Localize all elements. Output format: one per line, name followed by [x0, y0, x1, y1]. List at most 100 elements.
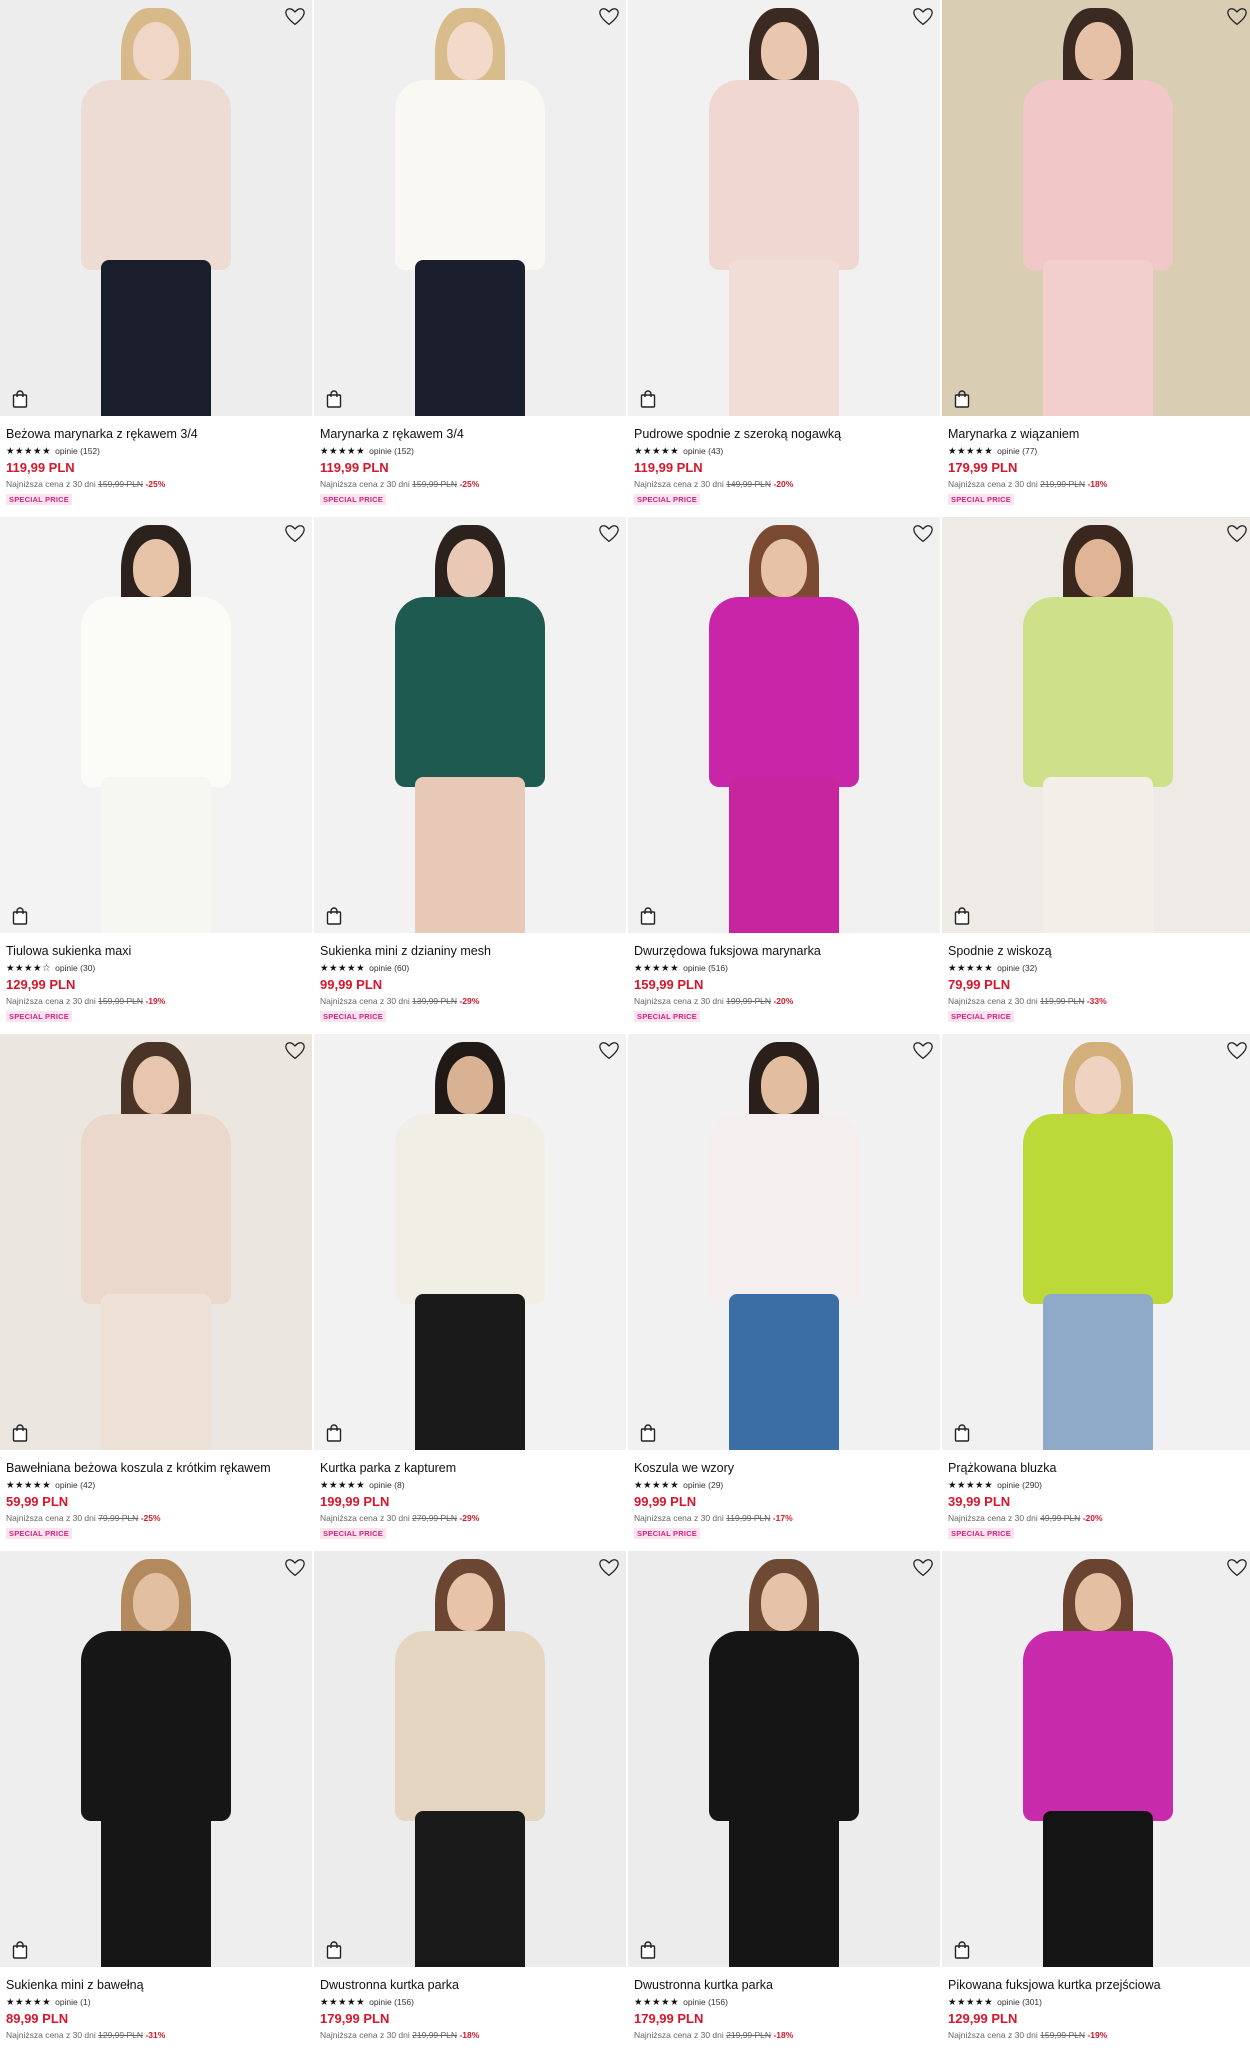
- shopping-bag-icon[interactable]: [640, 1424, 656, 1442]
- product-image[interactable]: [0, 1034, 312, 1450]
- heart-icon[interactable]: [912, 6, 934, 28]
- product-name[interactable]: Tiulowa sukienka maxi: [6, 944, 306, 959]
- product-image[interactable]: [942, 0, 1250, 416]
- product-image[interactable]: [942, 1551, 1250, 1967]
- shopping-bag-icon[interactable]: [326, 390, 342, 408]
- product-card[interactable]: Spodnie z wiskozą ★★★★★ opinie (32) 79,9…: [942, 517, 1250, 1034]
- heart-icon[interactable]: [1226, 1040, 1248, 1062]
- shopping-bag-icon[interactable]: [954, 1941, 970, 1959]
- shopping-bag-icon[interactable]: [640, 907, 656, 925]
- product-name[interactable]: Bawełniana beżowa koszula z krótkim ręka…: [6, 1461, 306, 1476]
- model-bottom: [729, 777, 839, 933]
- product-card[interactable]: Kurtka parka z kapturem ★★★★★ opinie (8)…: [314, 1034, 626, 1551]
- review-count[interactable]: opinie (29): [683, 1480, 723, 1490]
- review-count[interactable]: opinie (156): [683, 1997, 728, 2007]
- shopping-bag-icon[interactable]: [954, 390, 970, 408]
- heart-icon[interactable]: [284, 523, 306, 545]
- product-card[interactable]: Marynarka z rękawem 3/4 ★★★★★ opinie (15…: [314, 0, 626, 517]
- product-image[interactable]: [314, 1551, 626, 1967]
- shopping-bag-icon[interactable]: [326, 1941, 342, 1959]
- product-image[interactable]: [628, 1551, 940, 1967]
- product-image[interactable]: [314, 0, 626, 416]
- product-card[interactable]: Sukienka mini z dzianiny mesh ★★★★★ opin…: [314, 517, 626, 1034]
- heart-icon[interactable]: [1226, 523, 1248, 545]
- shopping-bag-icon[interactable]: [954, 907, 970, 925]
- shopping-bag-icon[interactable]: [326, 907, 342, 925]
- heart-icon[interactable]: [284, 1040, 306, 1062]
- product-card[interactable]: Sukienka mini z bawełną ★★★★★ opinie (1)…: [0, 1551, 312, 2068]
- product-card[interactable]: Pudrowe spodnie z szeroką nogawką ★★★★★ …: [628, 0, 940, 517]
- shopping-bag-icon[interactable]: [954, 1424, 970, 1442]
- product-image[interactable]: [942, 1034, 1250, 1450]
- product-name[interactable]: Dwustronna kurtka parka: [634, 1978, 934, 1993]
- product-name[interactable]: Koszula we wzory: [634, 1461, 934, 1476]
- heart-icon[interactable]: [598, 523, 620, 545]
- heart-icon[interactable]: [912, 1040, 934, 1062]
- shopping-bag-icon[interactable]: [640, 1941, 656, 1959]
- heart-icon[interactable]: [912, 523, 934, 545]
- heart-icon[interactable]: [284, 6, 306, 28]
- heart-icon[interactable]: [912, 1557, 934, 1579]
- shopping-bag-icon[interactable]: [12, 1941, 28, 1959]
- product-price: 79,99 PLN: [948, 977, 1011, 992]
- review-count[interactable]: opinie (8): [369, 1480, 404, 1490]
- review-count[interactable]: opinie (1): [55, 1997, 90, 2007]
- review-count[interactable]: opinie (42): [55, 1480, 95, 1490]
- product-card[interactable]: Beżowa marynarka z rękawem 3/4 ★★★★★ opi…: [0, 0, 312, 517]
- product-card[interactable]: Koszula we wzory ★★★★★ opinie (29) 99,99…: [628, 1034, 940, 1551]
- review-count[interactable]: opinie (152): [55, 446, 100, 456]
- shopping-bag-icon[interactable]: [326, 1424, 342, 1442]
- review-count[interactable]: opinie (32): [997, 963, 1037, 973]
- product-image[interactable]: [0, 0, 312, 416]
- product-card[interactable]: Dwurzędowa fuksjowa marynarka ★★★★★ opin…: [628, 517, 940, 1034]
- product-name[interactable]: Sukienka mini z dzianiny mesh: [320, 944, 620, 959]
- product-card[interactable]: Bawełniana beżowa koszula z krótkim ręka…: [0, 1034, 312, 1551]
- product-card[interactable]: Dwustronna kurtka parka ★★★★★ opinie (15…: [314, 1551, 626, 2068]
- review-count[interactable]: opinie (516): [683, 963, 728, 973]
- product-name[interactable]: Marynarka z wiązaniem: [948, 427, 1248, 442]
- product-name[interactable]: Dwurzędowa fuksjowa marynarka: [634, 944, 934, 959]
- product-card[interactable]: Marynarka z wiązaniem ★★★★★ opinie (77) …: [942, 0, 1250, 517]
- review-count[interactable]: opinie (60): [369, 963, 409, 973]
- review-count[interactable]: opinie (290): [997, 1480, 1042, 1490]
- heart-icon[interactable]: [598, 1557, 620, 1579]
- product-image[interactable]: [0, 517, 312, 933]
- product-name[interactable]: Beżowa marynarka z rękawem 3/4: [6, 427, 306, 442]
- heart-icon[interactable]: [1226, 6, 1248, 28]
- product-card[interactable]: Pikowana fuksjowa kurtka przejściowa ★★★…: [942, 1551, 1250, 2068]
- review-count[interactable]: opinie (152): [369, 446, 414, 456]
- product-image[interactable]: [942, 517, 1250, 933]
- heart-icon[interactable]: [284, 1557, 306, 1579]
- heart-icon[interactable]: [598, 1040, 620, 1062]
- product-image[interactable]: [0, 1551, 312, 1967]
- product-image[interactable]: [628, 1034, 940, 1450]
- review-count[interactable]: opinie (301): [997, 1997, 1042, 2007]
- product-name[interactable]: Prążkowana bluzka: [948, 1461, 1248, 1476]
- shopping-bag-icon[interactable]: [12, 390, 28, 408]
- product-name[interactable]: Kurtka parka z kapturem: [320, 1461, 620, 1476]
- shopping-bag-icon[interactable]: [12, 907, 28, 925]
- product-card[interactable]: Dwustronna kurtka parka ★★★★★ opinie (15…: [628, 1551, 940, 2068]
- review-count[interactable]: opinie (156): [369, 1997, 414, 2007]
- product-card[interactable]: Prążkowana bluzka ★★★★★ opinie (290) 39,…: [942, 1034, 1250, 1551]
- product-card[interactable]: Tiulowa sukienka maxi ★★★★☆ opinie (30) …: [0, 517, 312, 1034]
- product-name[interactable]: Sukienka mini z bawełną: [6, 1978, 306, 1993]
- heart-icon[interactable]: [1226, 1557, 1248, 1579]
- review-count[interactable]: opinie (43): [683, 446, 723, 456]
- lowest-price-label: Najniższa cena z 30 dni: [6, 2030, 96, 2040]
- product-image[interactable]: [628, 517, 940, 933]
- product-name[interactable]: Pudrowe spodnie z szeroką nogawką: [634, 427, 934, 442]
- product-image[interactable]: [628, 0, 940, 416]
- shopping-bag-icon[interactable]: [12, 1424, 28, 1442]
- product-name[interactable]: Dwustronna kurtka parka: [320, 1978, 620, 1993]
- review-count[interactable]: opinie (77): [997, 446, 1037, 456]
- product-image[interactable]: [314, 517, 626, 933]
- product-name[interactable]: Pikowana fuksjowa kurtka przejściowa: [948, 1978, 1248, 1993]
- product-image[interactable]: [314, 1034, 626, 1450]
- product-name[interactable]: Marynarka z rękawem 3/4: [320, 427, 620, 442]
- shopping-bag-icon[interactable]: [640, 390, 656, 408]
- review-count[interactable]: opinie (30): [55, 963, 95, 973]
- old-price: 119,99 PLN: [1040, 996, 1085, 1006]
- product-name[interactable]: Spodnie z wiskozą: [948, 944, 1248, 959]
- heart-icon[interactable]: [598, 6, 620, 28]
